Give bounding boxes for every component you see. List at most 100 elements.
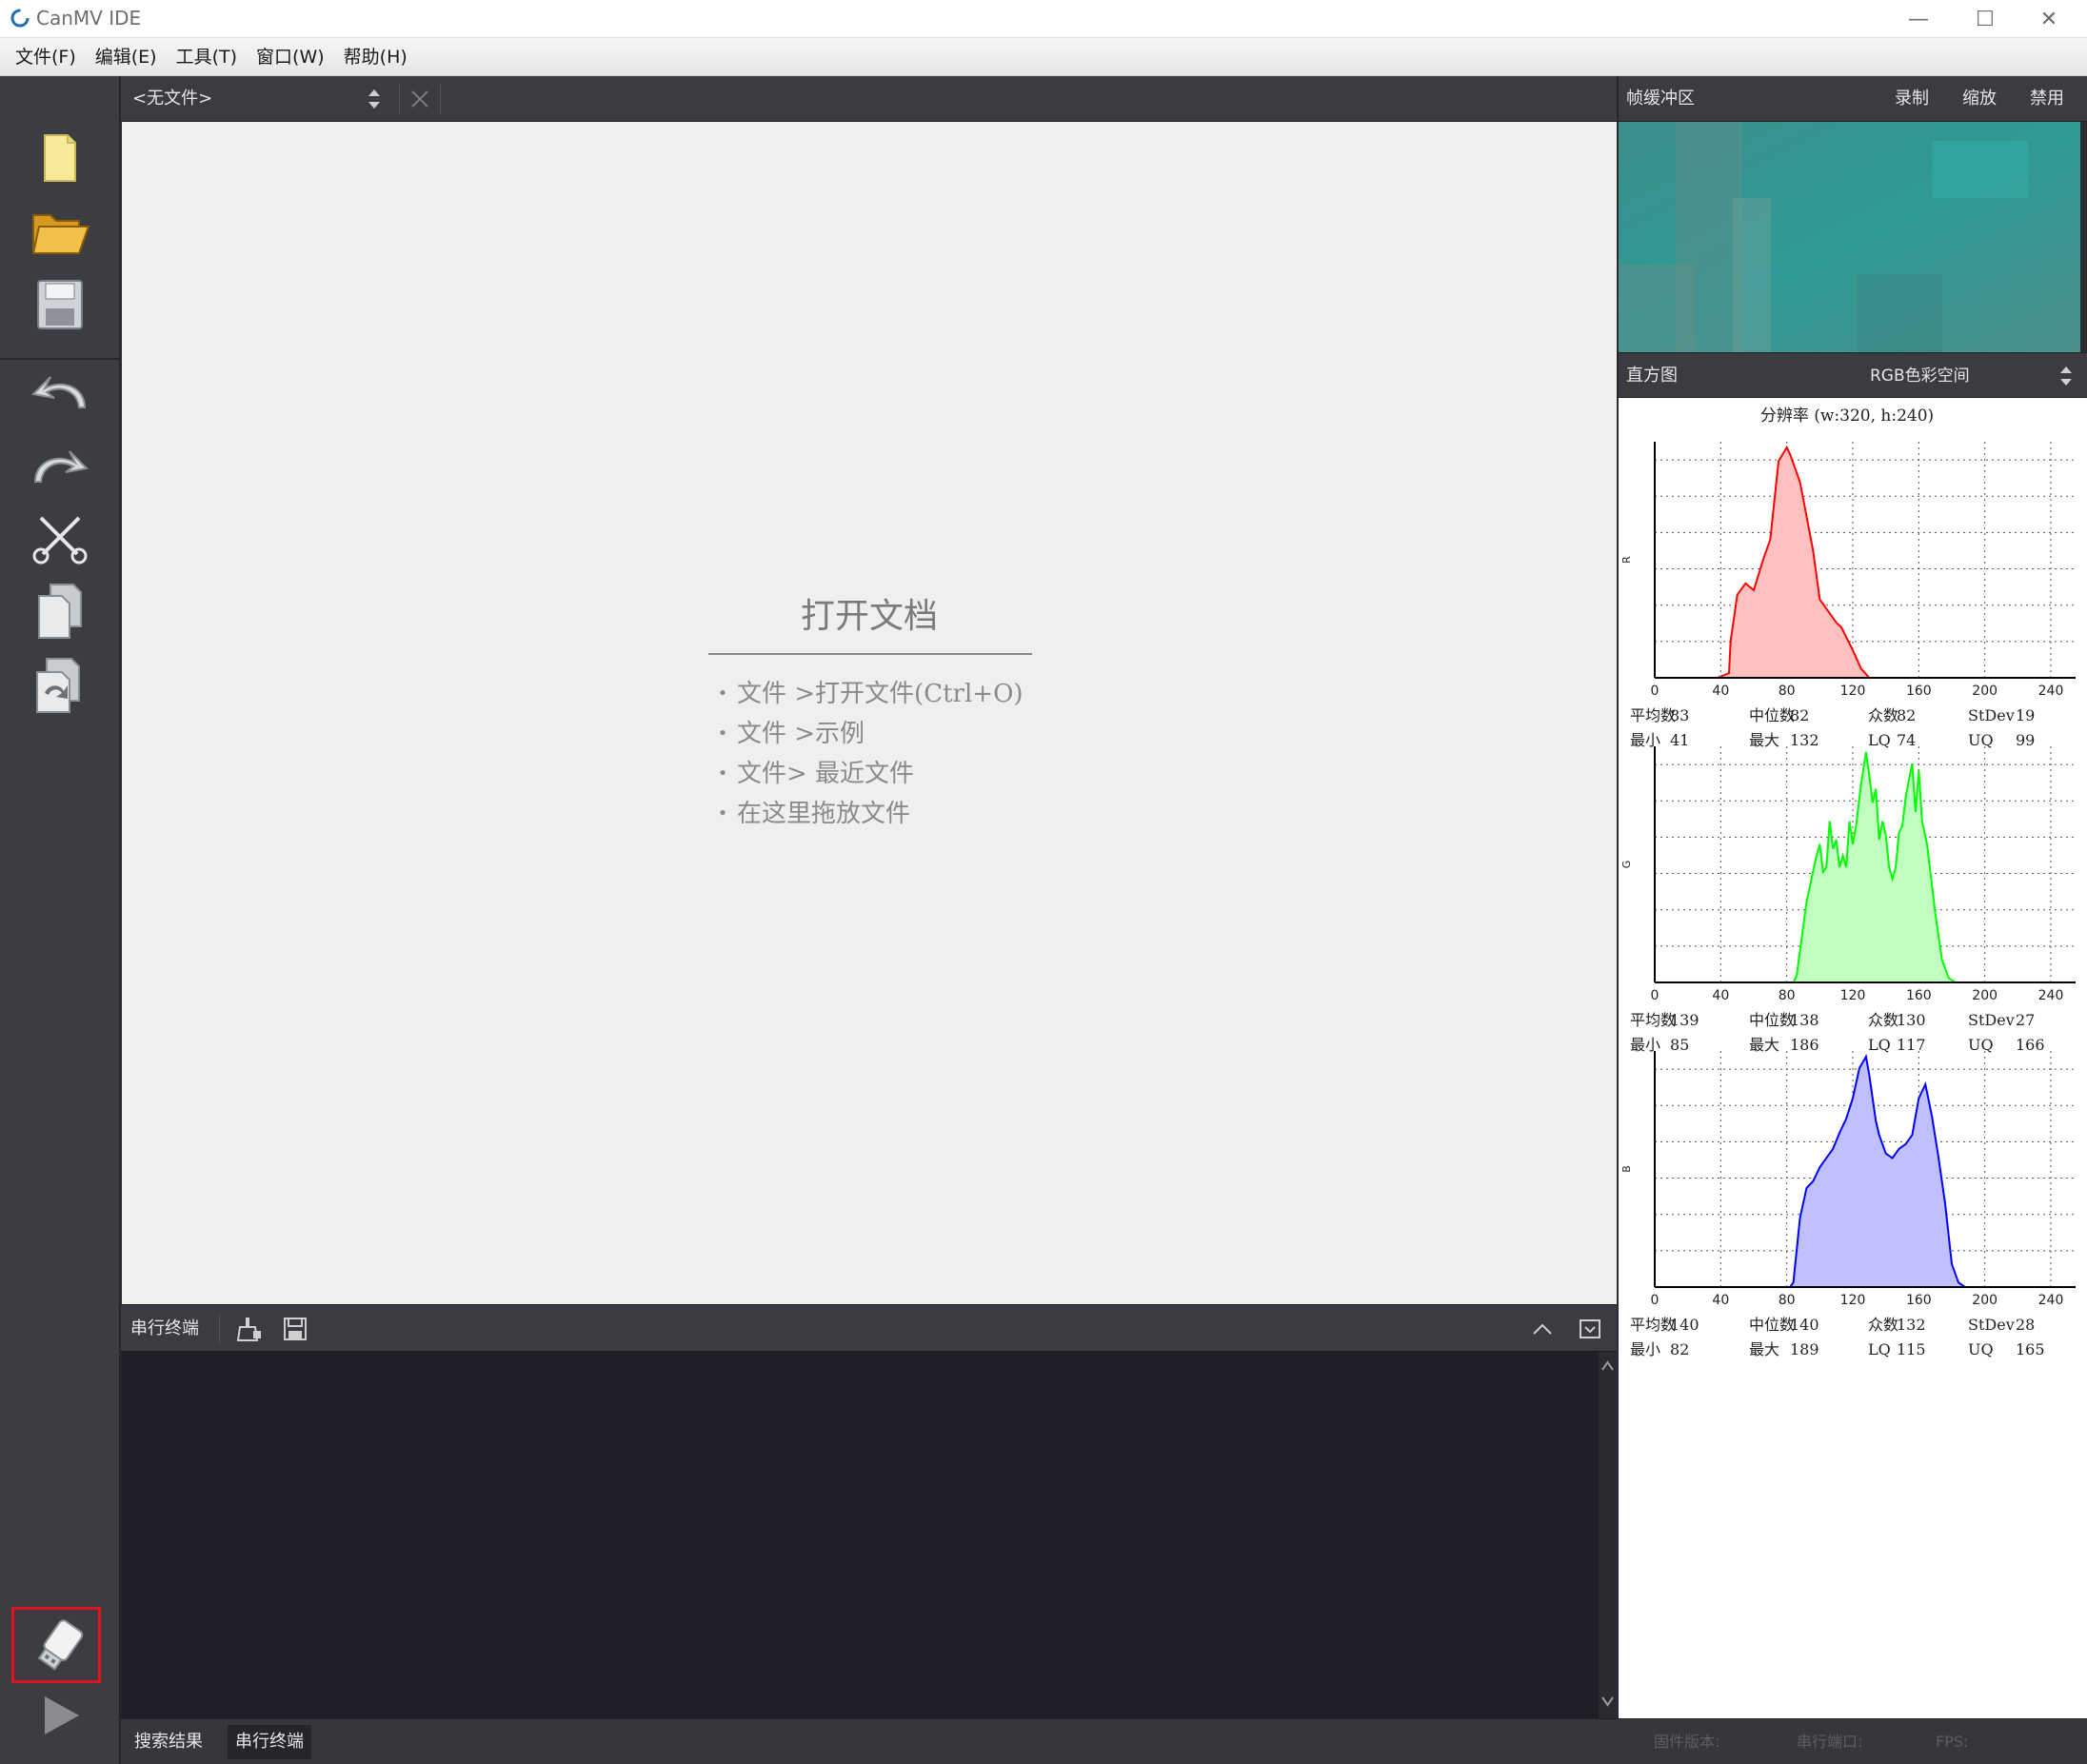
new-file-button[interactable] [24, 128, 96, 188]
close-document-button[interactable] [399, 84, 441, 114]
menu-tools[interactable]: 工具(T) [167, 38, 247, 76]
stat-value: StDev [1968, 1011, 2015, 1029]
list-item: • 文件 >示例 [717, 720, 865, 748]
collapse-up-icon [1533, 1323, 1552, 1335]
histogram-header: 直方图 RGB色彩空间 [1618, 352, 2087, 398]
spinner-arrows-icon [368, 89, 380, 109]
header-separator [219, 1315, 220, 1343]
x-tick-label: 80 [1779, 1293, 1796, 1308]
x-tick-label: 240 [2038, 684, 2064, 699]
stat-value: 平均数 [1630, 1316, 1677, 1334]
paste-button[interactable] [24, 655, 96, 716]
histogram-area: 分辨率 (w:320, h:240) 0 40 80 120 160 200 240 R 0 40… [1619, 398, 2087, 1718]
x-tick-label: 120 [1840, 1293, 1866, 1308]
terminal-scrollbar[interactable] [1599, 1352, 1617, 1718]
x-tick-label: 240 [2038, 1293, 2064, 1308]
stat-value: 最大 [1749, 731, 1780, 749]
stat-value: 139 [1670, 1011, 1699, 1029]
frame-buffer-title: 帧缓冲区 [1626, 89, 1695, 109]
status-bar: 搜索结果 串行终端 固件版本: 串行端口: FPS: [121, 1718, 2087, 1764]
minimize-panel-button[interactable] [1576, 1315, 1604, 1343]
collapse-up-button[interactable] [1528, 1315, 1557, 1343]
channel-label: G [1620, 861, 1633, 869]
save-terminal-icon [284, 1318, 307, 1340]
serial-terminal-output[interactable] [121, 1352, 1599, 1718]
stat-value: 平均数 [1630, 706, 1677, 724]
cut-button[interactable] [24, 508, 96, 569]
scroll-down-icon[interactable] [1601, 1695, 1614, 1708]
tab-serial-terminal[interactable]: 串行终端 [228, 1725, 311, 1759]
open-file-button[interactable] [24, 200, 96, 261]
menu-window[interactable]: 窗口(W) [247, 38, 334, 76]
menu-help[interactable]: 帮助(H) [334, 38, 417, 76]
undo-button[interactable] [24, 362, 96, 423]
save-button[interactable] [24, 274, 96, 335]
open-folder-icon [31, 214, 90, 254]
serial-terminal-title: 串行终端 [130, 1318, 199, 1338]
zoom-button[interactable]: 缩放 [1962, 76, 1997, 122]
channel-label: B [1620, 1165, 1633, 1173]
stat-value: 138 [1790, 1011, 1819, 1029]
stat-value: 82 [1897, 706, 1917, 724]
record-button[interactable]: 录制 [1895, 76, 1929, 122]
stat-value: 165 [2016, 1340, 2045, 1358]
document-selector[interactable]: <无文件> [129, 84, 391, 114]
histogram-area-g [1792, 751, 1969, 983]
histogram-title: 直方图 [1626, 366, 1678, 386]
save-terminal-button[interactable] [281, 1315, 309, 1343]
spinner-arrows-icon [2060, 367, 2072, 386]
minimize-button[interactable]: — [1885, 0, 1952, 38]
stat-value: 众数 [1868, 1011, 1899, 1029]
canmv-logo-icon [10, 9, 30, 28]
x-tick-label: 240 [2038, 988, 2064, 1003]
color-space-select[interactable]: RGB色彩空间 [1870, 353, 1970, 399]
close-button[interactable]: ✕ [2016, 0, 2082, 38]
x-tick-label: 200 [1972, 1293, 1998, 1308]
histogram-area-r [1717, 445, 1877, 679]
tab-search-results[interactable]: 搜索结果 [127, 1725, 210, 1759]
disable-button[interactable]: 禁用 [2030, 76, 2064, 122]
menu-file[interactable]: 文件(F) [6, 38, 86, 76]
x-tick-label: 160 [1906, 1293, 1932, 1308]
stat-value: 19 [2016, 706, 2036, 724]
run-button[interactable] [24, 1685, 96, 1746]
redo-button[interactable] [24, 436, 96, 497]
menu-edit[interactable]: 编辑(E) [86, 38, 167, 76]
stat-value: 最小 [1630, 1036, 1661, 1054]
histogram-charts: 0 40 80 120 160 200 240 R 0 40 80 120 160 200 240 G 0 40 8… [1620, 442, 2076, 1308]
clear-terminal-button[interactable] [235, 1315, 264, 1343]
stat-value: 最大 [1749, 1036, 1780, 1054]
copy-icon [38, 584, 82, 639]
stat-value: 中位数 [1749, 1316, 1796, 1334]
stat-value: 83 [1670, 706, 1690, 724]
stat-value: StDev [1968, 706, 2015, 724]
editor-area[interactable]: 打开文档 • 文件 >打开文件(Ctrl+O) • 文件 >示例 • 文件> 最近文件… [122, 122, 1617, 1304]
x-tick-label: 0 [1651, 988, 1660, 1003]
maximize-button[interactable]: ☐ [1952, 0, 2018, 38]
editor-header: <无文件> [121, 76, 1617, 122]
minimize-panel-icon [1580, 1319, 1600, 1338]
x-tick-label: 0 [1651, 1293, 1660, 1308]
stat-value: UQ [1968, 731, 1994, 749]
open-document-list: • 文件 >打开文件(Ctrl+O) • 文件 >示例 • 文件> 最近文件 • 在这里… [708, 674, 1184, 834]
copy-button[interactable] [24, 581, 96, 642]
clear-terminal-icon [236, 1318, 261, 1341]
window-title: CanMV IDE [36, 7, 142, 30]
stat-value: 众数 [1868, 1316, 1899, 1334]
paste-icon [36, 658, 80, 713]
connect-button[interactable] [24, 1615, 96, 1675]
scroll-up-icon[interactable] [1601, 1359, 1614, 1373]
x-tick-label: 80 [1779, 988, 1796, 1003]
play-icon [45, 1696, 79, 1734]
x-tick-label: 80 [1779, 684, 1796, 699]
frame-buffer-image [1619, 122, 2080, 352]
x-tick-label: 40 [1712, 1293, 1729, 1308]
toolbar-separator [0, 358, 120, 360]
stat-value: 140 [1670, 1316, 1699, 1334]
histogram-area-b [1788, 1054, 1969, 1288]
save-disk-icon [37, 280, 83, 329]
x-tick-label: 160 [1906, 988, 1932, 1003]
stat-value: 132 [1897, 1316, 1926, 1334]
list-item: • 在这里拖放文件 [717, 800, 911, 828]
stat-value: 最小 [1630, 731, 1661, 749]
